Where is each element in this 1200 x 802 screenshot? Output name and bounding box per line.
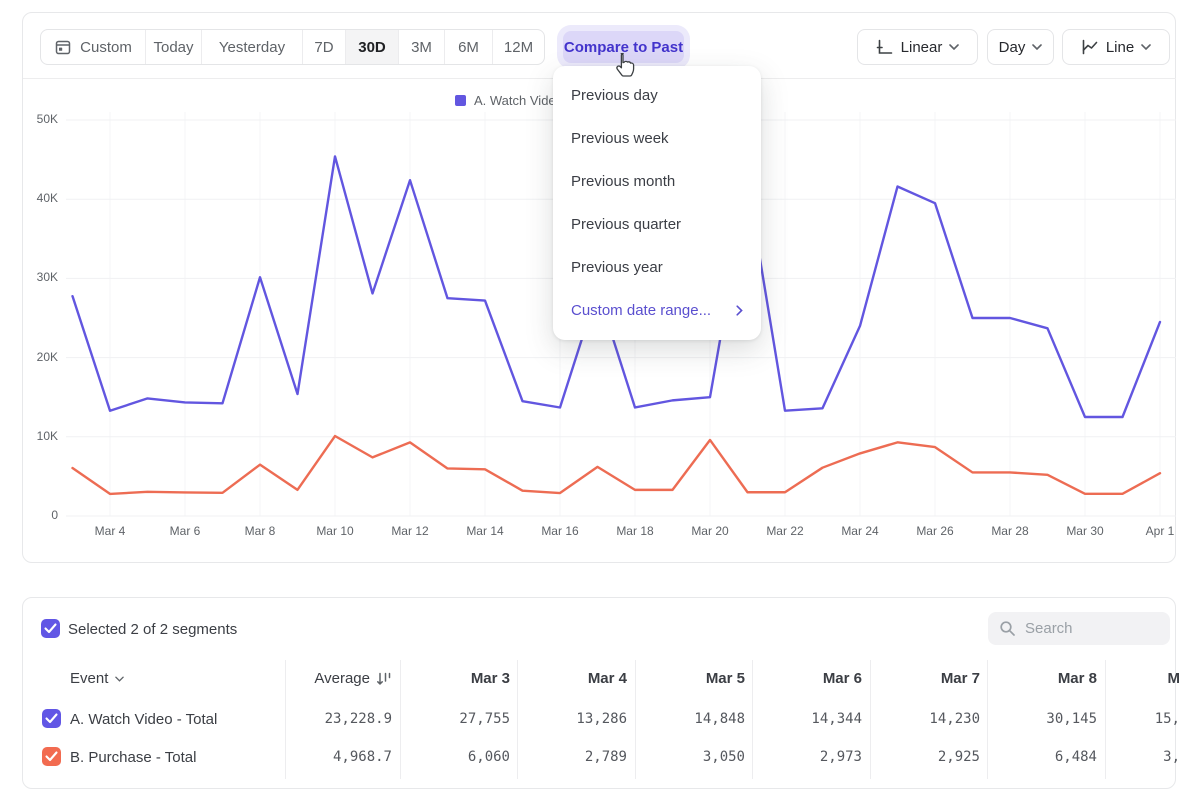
analytics-dashboard: 010K20K30K40K50KMar 4Mar 6Mar 8Mar 10Mar… xyxy=(0,0,1200,802)
date-preset-30d-active[interactable]: 30D xyxy=(346,30,399,64)
selected-segments-text: Selected 2 of 2 segments xyxy=(68,621,237,638)
menu-item-previous-day[interactable]: Previous day xyxy=(553,74,761,117)
date-preset-12m[interactable]: 12M xyxy=(493,30,544,64)
scale-dropdown-button[interactable]: Linear xyxy=(857,29,978,65)
chevron-down-icon xyxy=(115,676,124,682)
chevron-down-icon xyxy=(949,44,959,50)
table-cell: 27,755 xyxy=(400,711,510,727)
date-column-header: Mar 7 xyxy=(870,670,980,687)
line-chart-icon xyxy=(1081,38,1099,56)
chevron-down-icon xyxy=(1141,44,1151,50)
linear-axis-icon xyxy=(876,38,894,56)
table-cell: 2,789 xyxy=(517,749,627,765)
table-cell: 4,968.7 xyxy=(282,749,392,765)
menu-item-previous-week[interactable]: Previous week xyxy=(553,117,761,160)
date-preset-yesterday[interactable]: Yesterday xyxy=(202,30,303,64)
date-preset-6m[interactable]: 6M xyxy=(445,30,493,64)
table-cell: 6,484 xyxy=(987,749,1097,765)
table-cell: 30,145 xyxy=(987,711,1097,727)
table-cell: 6,060 xyxy=(400,749,510,765)
date-column-header: Mar 3 xyxy=(400,670,510,687)
search-icon xyxy=(999,620,1016,637)
search-placeholder: Search xyxy=(1025,620,1073,637)
table-cell: 2,973 xyxy=(752,749,862,765)
segment-b-checkbox[interactable] xyxy=(42,747,61,766)
chevron-down-icon xyxy=(1032,44,1042,50)
check-icon xyxy=(44,623,57,634)
legend-label: A. Watch Video xyxy=(474,93,563,108)
date-preset-label: Custom xyxy=(80,39,132,56)
compare-to-past-menu: Previous day Previous week Previous mont… xyxy=(553,66,761,340)
table-cell: 23,228.9 xyxy=(282,711,392,727)
table-cell: 2,925 xyxy=(870,749,980,765)
date-column-header: Mar 6 xyxy=(752,670,862,687)
menu-item-previous-month[interactable]: Previous month xyxy=(553,160,761,203)
search-input[interactable]: Search xyxy=(988,612,1170,645)
chart-type-dropdown-button[interactable]: Line xyxy=(1062,29,1170,65)
table-cell: 14,230 xyxy=(870,711,980,727)
date-preset-3m[interactable]: 3M xyxy=(399,30,445,64)
chevron-right-icon xyxy=(736,305,743,316)
event-column-header[interactable]: Event xyxy=(70,670,124,687)
segment-a-checkbox[interactable] xyxy=(42,709,61,728)
granularity-dropdown-button[interactable]: Day xyxy=(987,29,1054,65)
sort-descending-icon[interactable] xyxy=(376,672,392,686)
date-column-header: Mar 5 xyxy=(635,670,745,687)
menu-item-previous-year[interactable]: Previous year xyxy=(553,246,761,289)
date-column-header-clipped: M xyxy=(1105,670,1180,687)
table-cell: 13,286 xyxy=(517,711,627,727)
segment-a-label: A. Watch Video - Total xyxy=(70,711,217,728)
date-column-header: Mar 8 xyxy=(987,670,1097,687)
segment-b-label: B. Purchase - Total xyxy=(70,749,196,766)
legend-item-watch-video[interactable]: A. Watch Video xyxy=(455,93,563,108)
menu-item-custom-date-range[interactable]: Custom date range... xyxy=(553,289,761,332)
calendar-icon xyxy=(54,38,72,56)
table-cell: 14,344 xyxy=(752,711,862,727)
check-icon xyxy=(45,751,58,762)
legend-swatch-purple xyxy=(455,95,466,106)
table-cell-clipped: 15, xyxy=(1105,711,1180,727)
date-preset-7d[interactable]: 7D xyxy=(303,30,346,64)
date-preset-custom[interactable]: Custom xyxy=(41,30,146,64)
menu-item-previous-quarter[interactable]: Previous quarter xyxy=(553,203,761,246)
date-preset-today[interactable]: Today xyxy=(146,30,202,64)
select-all-segments-checkbox[interactable] xyxy=(41,619,60,638)
table-cell: 3,050 xyxy=(635,749,745,765)
date-range-segmented-control: Custom Today Yesterday 7D 30D 3M 6M 12M xyxy=(40,29,545,65)
average-column-header: Average xyxy=(282,670,392,687)
table-cell: 14,848 xyxy=(635,711,745,727)
compare-to-past-button[interactable]: Compare to Past xyxy=(563,31,684,63)
table-cell-clipped: 3, xyxy=(1105,749,1180,765)
check-icon xyxy=(45,713,58,724)
date-column-header: Mar 4 xyxy=(517,670,627,687)
